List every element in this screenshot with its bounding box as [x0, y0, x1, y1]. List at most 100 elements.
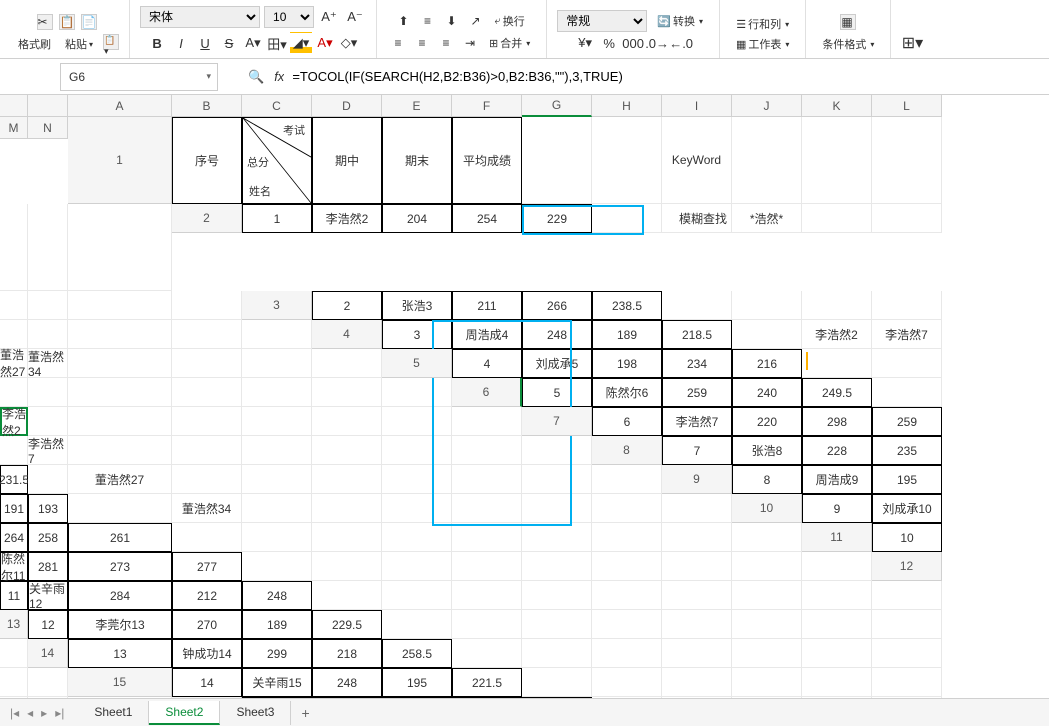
cell[interactable] — [522, 552, 592, 581]
cell[interactable] — [0, 291, 28, 320]
cut-icon[interactable]: ✂ — [37, 14, 53, 30]
cell[interactable] — [382, 465, 452, 494]
cell-mid[interactable]: 284 — [68, 581, 172, 610]
cell-mid[interactable]: 198 — [592, 349, 662, 378]
cell-seq[interactable]: 12 — [28, 610, 68, 639]
cell-fin[interactable]: 189 — [592, 320, 662, 349]
cell[interactable] — [802, 291, 872, 320]
cell[interactable] — [592, 204, 662, 233]
row-header-9[interactable]: 9 — [662, 465, 732, 494]
cell-avg[interactable]: 231.5 — [0, 465, 28, 494]
cell-fin[interactable]: 254 — [452, 204, 522, 233]
strikethrough-button[interactable]: S — [218, 32, 240, 54]
cell-avg[interactable]: 248 — [242, 581, 312, 610]
cell-fin[interactable]: 218 — [312, 639, 382, 668]
cell-mid[interactable]: 195 — [872, 465, 942, 494]
col-header[interactable] — [28, 95, 68, 117]
add-sheet-button[interactable]: + — [291, 701, 319, 725]
row-header-13[interactable]: 13 — [0, 610, 28, 639]
cell-fin[interactable]: 235 — [872, 436, 942, 465]
result-h[interactable]: 李浩然7 — [872, 320, 942, 349]
col-header-K[interactable]: K — [802, 95, 872, 117]
result-cell[interactable]: 李浩然2 — [0, 407, 28, 436]
keyword-header[interactable]: KeyWord — [662, 117, 732, 204]
currency-icon[interactable]: ¥▾ — [574, 32, 596, 54]
cell[interactable] — [68, 494, 172, 523]
fill-color-button[interactable]: ◢▾ — [290, 32, 312, 54]
cell-seq[interactable]: 3 — [382, 320, 452, 349]
row-header-3[interactable]: 3 — [242, 291, 312, 320]
header-fin[interactable]: 期末 — [382, 117, 452, 204]
row-header-10[interactable]: 10 — [732, 494, 802, 523]
align-middle-icon[interactable]: ≡ — [417, 10, 439, 32]
cell[interactable] — [662, 523, 732, 552]
cell-fin[interactable]: 258 — [28, 523, 68, 552]
paste-button[interactable]: 粘贴▾ — [61, 34, 97, 54]
result-cell[interactable]: 董浩然27 — [68, 465, 172, 494]
percent-icon[interactable]: % — [598, 32, 620, 54]
cell[interactable] — [242, 349, 312, 378]
select-all-corner[interactable] — [0, 95, 28, 117]
cell[interactable] — [732, 639, 802, 668]
cell-mid[interactable]: 259 — [662, 378, 732, 407]
format-painter-button[interactable]: 格式刷 — [14, 34, 55, 54]
cell[interactable] — [172, 465, 242, 494]
cell[interactable] — [732, 320, 802, 349]
cell-seq[interactable]: 5 — [522, 378, 592, 407]
cell-fin[interactable]: 212 — [172, 581, 242, 610]
cell[interactable] — [242, 378, 312, 407]
cell[interactable] — [592, 668, 662, 697]
worksheet-button[interactable]: ▦工作表▾ — [730, 34, 795, 54]
cell[interactable] — [452, 523, 522, 552]
cell[interactable] — [382, 552, 452, 581]
cell[interactable] — [172, 320, 242, 349]
cell-name[interactable]: 陈然尔11 — [0, 552, 28, 581]
cell[interactable] — [802, 552, 872, 581]
cell[interactable] — [242, 465, 312, 494]
header-mid[interactable]: 期中 — [312, 117, 382, 204]
cell[interactable] — [28, 320, 68, 349]
cell[interactable] — [28, 465, 68, 494]
tab-nav-first-icon[interactable]: |◂ — [8, 704, 21, 722]
col-header-F[interactable]: F — [452, 95, 522, 117]
row-header-6[interactable]: 6 — [452, 378, 522, 407]
cell[interactable] — [802, 610, 872, 639]
conditional-format-button[interactable]: 条件格式▾ — [816, 34, 880, 54]
col-header-E[interactable]: E — [382, 95, 452, 117]
cell[interactable] — [522, 436, 592, 465]
cell-mid[interactable]: 248 — [312, 668, 382, 697]
cell[interactable] — [242, 494, 312, 523]
cell[interactable] — [68, 407, 172, 436]
row-header-16[interactable]: 16 — [172, 697, 242, 698]
cell[interactable] — [452, 436, 522, 465]
merge-cells-button[interactable]: ⊞合并▾ — [483, 32, 536, 54]
underline-button[interactable]: U — [194, 32, 216, 54]
cell[interactable] — [242, 436, 312, 465]
cell-fin[interactable]: 266 — [522, 291, 592, 320]
cell[interactable] — [382, 436, 452, 465]
col-header-I[interactable]: I — [662, 95, 732, 117]
clipboard-icon[interactable]: 📋▾ — [103, 34, 119, 50]
cell[interactable] — [592, 494, 662, 523]
cell[interactable] — [452, 494, 522, 523]
col-header-D[interactable]: D — [312, 95, 382, 117]
cell-name[interactable]: 关辛雨12 — [28, 581, 68, 610]
cell[interactable] — [732, 523, 802, 552]
cell[interactable] — [452, 610, 522, 639]
cell[interactable] — [452, 465, 522, 494]
table-format-icon[interactable]: ⊞▾ — [901, 32, 923, 54]
cell[interactable] — [732, 291, 802, 320]
cell[interactable] — [0, 668, 28, 697]
row-header-11[interactable]: 11 — [802, 523, 872, 552]
result-h[interactable]: 董浩然27 — [0, 349, 28, 378]
cell[interactable] — [872, 639, 942, 668]
col-header-L[interactable]: L — [872, 95, 942, 117]
row-header-7[interactable]: 7 — [522, 407, 592, 436]
cell-fin[interactable]: 273 — [68, 552, 172, 581]
number-format-select[interactable]: 常规 — [557, 10, 647, 32]
cell[interactable] — [802, 349, 872, 378]
cell-avg[interactable]: 221.5 — [452, 668, 522, 697]
cell[interactable] — [452, 639, 522, 668]
header-avg[interactable]: 平均成绩 — [452, 117, 522, 204]
cell[interactable] — [28, 668, 68, 697]
